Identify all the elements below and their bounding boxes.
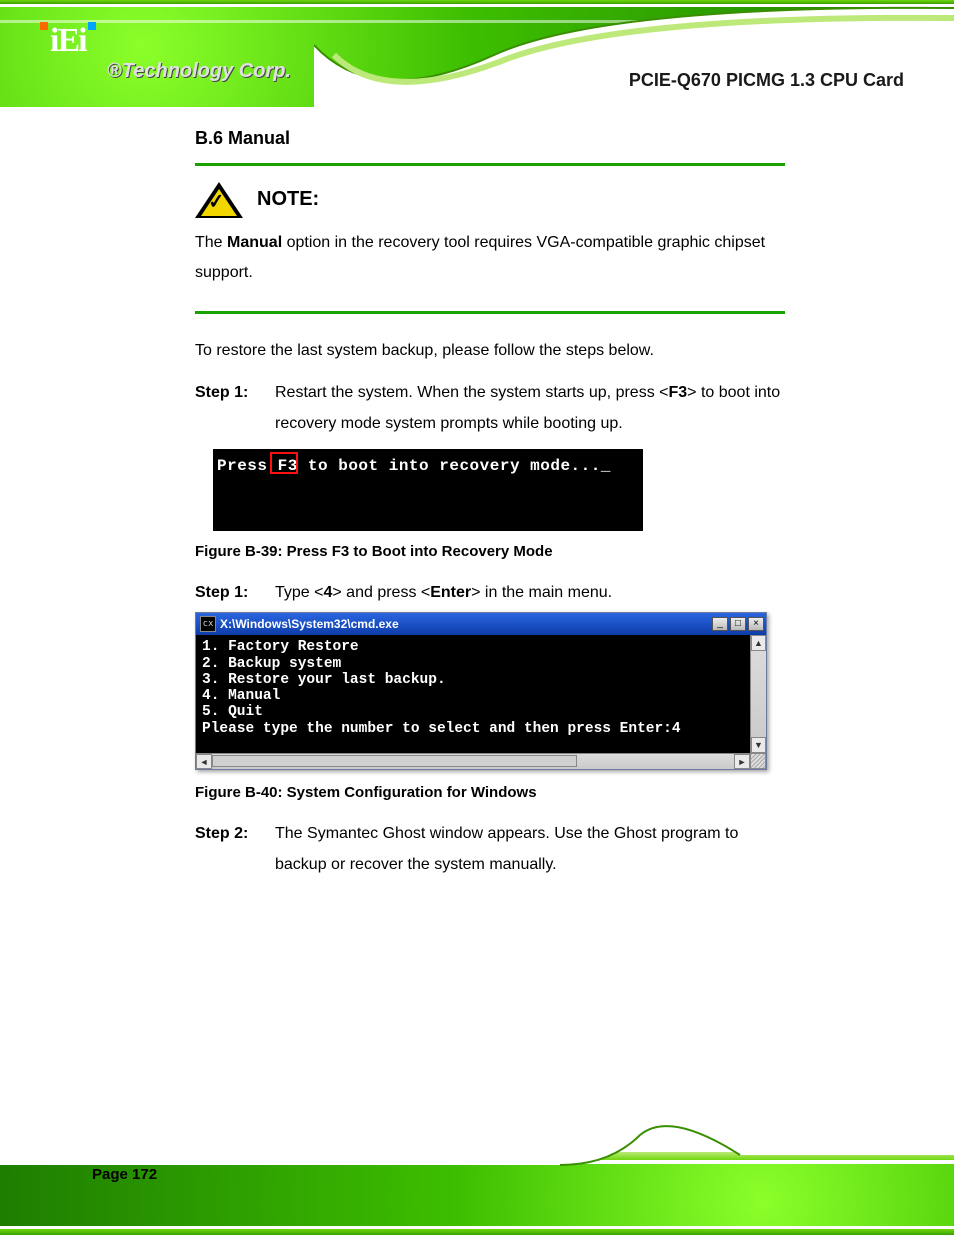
header-swoop [314,0,954,112]
hscroll-track[interactable] [212,754,734,769]
horizontal-scrollbar[interactable]: ◄ ► [196,753,750,769]
note-label: NOTE: [257,188,319,211]
note-box: ✓ NOTE: The Manual option in the recover… [195,163,785,314]
step-text: The Symantec Ghost window appears. Use t… [275,819,785,880]
registered-mark: ® [107,60,122,82]
step-2: Step 1: Type <4> and press <Enter> in th… [195,578,785,608]
scroll-up-icon[interactable]: ▲ [751,635,766,651]
window-titlebar: cx X:\Windows\System32\cmd.exe _ □ × [196,613,766,635]
step-label: Step 2: [195,819,265,880]
step-text: Restart the system. When the system star… [275,378,785,439]
cmd-icon: cx [200,616,216,632]
minimize-button[interactable]: _ [712,617,728,631]
figure-caption-39: Figure B-39: Press F3 to Boot into Recov… [195,543,785,560]
product-name: PCIE-Q670 PICMG 1.3 CPU Card [629,70,904,91]
screenshot-cmd-window: cx X:\Windows\System32\cmd.exe _ □ × 1. … [195,612,767,770]
cmd-output: 1. Factory Restore 2. Backup system 3. R… [196,635,750,753]
vertical-scrollbar[interactable]: ▲ ▼ [750,635,766,753]
maximize-button[interactable]: □ [730,617,746,631]
logo-dot-orange [40,22,48,30]
logo-dot-blue [88,22,96,30]
scroll-left-icon[interactable]: ◄ [196,754,212,769]
resize-grip[interactable] [750,753,766,769]
scroll-right-icon[interactable]: ► [734,754,750,769]
step-label: Step 1: [195,378,265,439]
cmd-body-wrap: 1. Factory Restore 2. Backup system 3. R… [196,635,766,753]
window-title: X:\Windows\System32\cmd.exe [220,617,712,631]
logo-text: iEi [50,22,86,59]
figure-caption-40: Figure B-40: System Configuration for Wi… [195,784,785,801]
caution-check-icon: ✓ [195,180,243,218]
content-area: B.6 Manual ✓ NOTE: The Manual option in … [195,120,785,884]
step-1: Step 1: Restart the system. When the sys… [195,378,785,439]
hscroll-row: ◄ ► [196,753,766,769]
close-button[interactable]: × [748,617,764,631]
screenshot-boot-prompt: Press F3 to boot into recovery mode..._ [213,449,643,531]
intro-paragraph: To restore the last system backup, pleas… [195,336,785,366]
page-number: Page 172 [92,1166,157,1183]
note-header: ✓ NOTE: [195,180,785,218]
highlight-f3-key [270,452,298,474]
hscroll-thumb[interactable] [212,755,577,767]
brand-tagline: ®Technology Corp. [107,60,291,83]
step-label: Step 1: [195,578,265,608]
note-body: The Manual option in the recovery tool r… [195,228,785,289]
section-title: B.6 Manual [195,128,785,149]
page-root: iEi ®Technology Corp. PCIE-Q670 PICMG 1.… [0,0,954,1235]
step-3: Step 2: The Symantec Ghost window appear… [195,819,785,880]
step-text: Type <4> and press <Enter> in the main m… [275,578,785,608]
brand-logo: iEi [40,22,96,60]
scroll-down-icon[interactable]: ▼ [751,737,766,753]
